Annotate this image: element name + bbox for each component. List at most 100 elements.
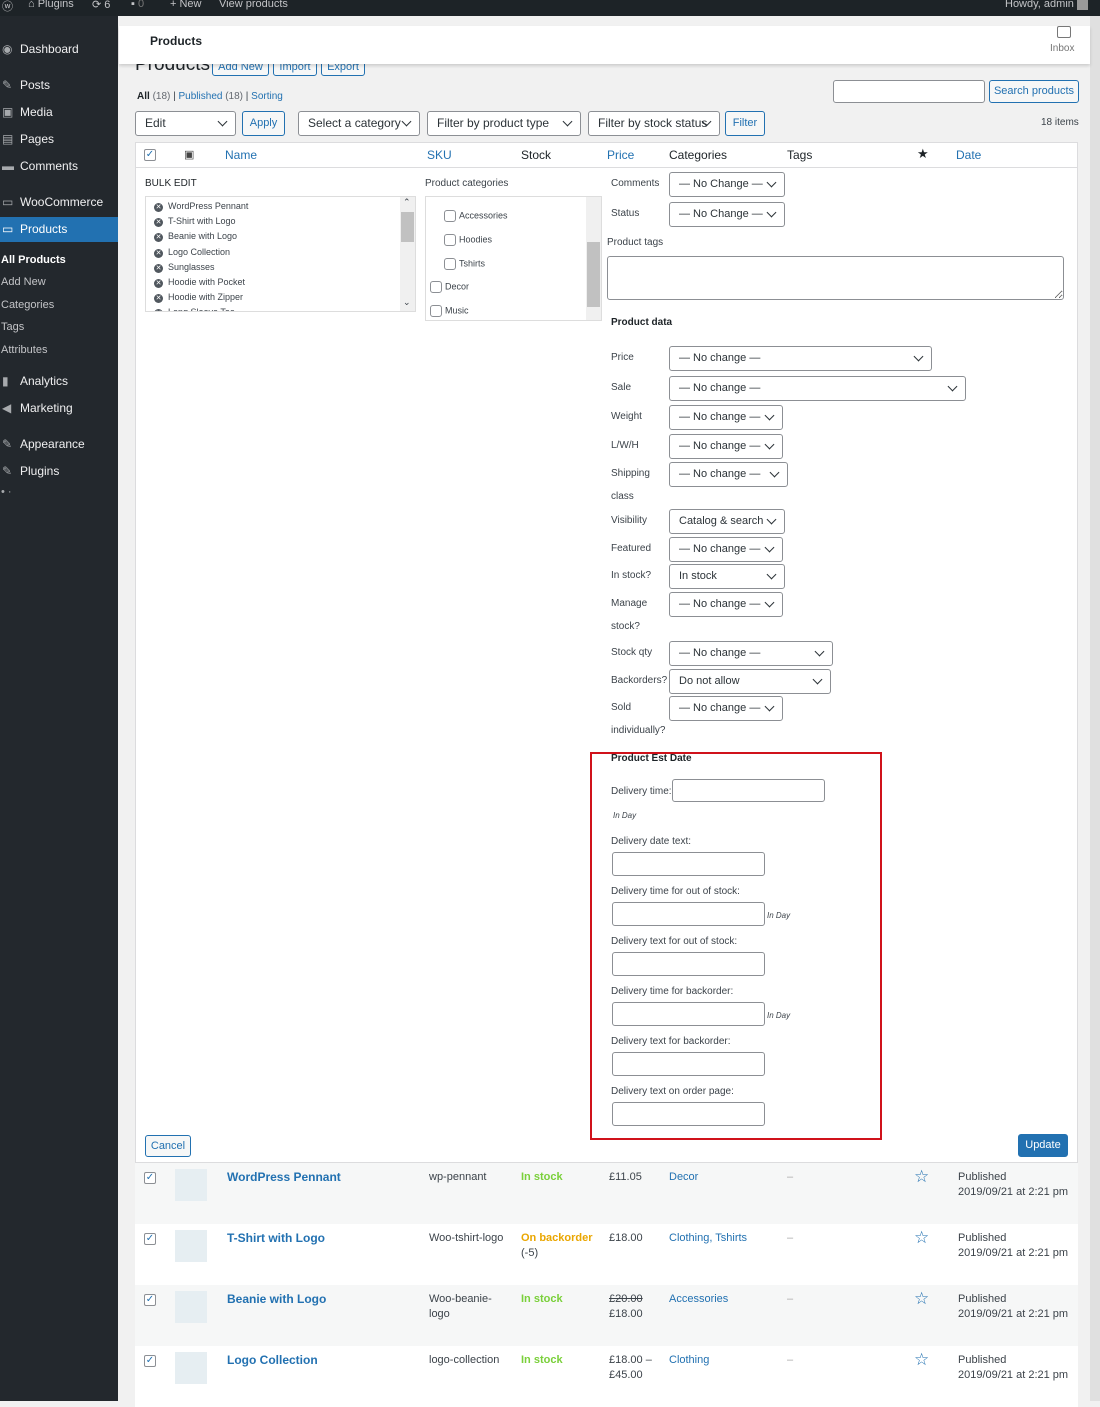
column-price[interactable]: Price [607,148,634,163]
filter-button[interactable]: Filter [725,111,765,136]
product-name-link[interactable]: Beanie with Logo [227,1292,326,1307]
product-name-link[interactable]: WordPress Pennant [227,1170,341,1185]
wordpress-logo-icon[interactable]: ⓦ [2,0,13,14]
view-sorting[interactable]: Sorting [251,91,283,102]
field-select[interactable]: — No change — [669,405,783,430]
oos-text-input[interactable] [612,952,765,976]
comments-link[interactable]: ▪ 0 [131,0,144,10]
row-checkbox[interactable]: ✓ [144,1233,156,1245]
oos-time-input[interactable] [612,902,765,926]
featured-column-star-icon[interactable]: ★ [917,146,929,162]
updates-link[interactable]: ⟳ 6 [92,0,110,11]
bulk-edit-product-list[interactable]: ✕ WordPress Pennant ✕ T-Shirt with Logo ✕ Bea… [145,196,416,312]
product-type-filter[interactable]: Filter by product type [427,111,581,136]
product-categories[interactable]: Accessories [669,1292,728,1307]
submenu-attributes[interactable]: Attributes [1,344,47,356]
column-sku[interactable]: SKU [427,148,452,163]
submenu-all-products[interactable]: All Products [1,254,66,266]
inbox-icon[interactable] [1057,26,1071,38]
category-option[interactable]: Decor [430,281,469,293]
row-checkbox[interactable]: ✓ [144,1355,156,1367]
field-select[interactable]: In stock [669,564,785,589]
sidebar-item-comments[interactable]: ▬ Comments [0,154,118,179]
sidebar-item-pages[interactable]: ▤ Pages [0,127,118,152]
comments-select[interactable]: — No Change — [669,172,785,197]
category-checkbox[interactable] [444,210,456,222]
remove-item-icon[interactable]: ✕ [154,263,163,273]
field-select[interactable]: — No change — [669,537,783,562]
sidebar-item-posts[interactable]: ✎ Posts [0,73,118,98]
remove-item-icon[interactable]: ✕ [154,279,163,288]
update-button[interactable]: Update [1018,1134,1068,1157]
product-name-link[interactable]: T-Shirt with Logo [227,1231,325,1246]
field-select[interactable]: — No change — [669,696,783,721]
order-page-text-input[interactable] [612,1102,765,1126]
cancel-button[interactable]: Cancel [145,1135,191,1157]
field-select[interactable]: — No change — [669,346,932,371]
view-all[interactable]: All [137,91,150,102]
submenu-tags[interactable]: Tags [1,321,24,333]
sidebar-item-plugins[interactable]: ✎ Plugins [0,459,118,484]
product-thumbnail[interactable] [175,1291,207,1323]
bulk-action-select[interactable]: Edit [135,111,236,136]
list-scrollbar[interactable]: ⌃ ⌄ [400,197,415,311]
view-products-link[interactable]: View products [219,0,288,10]
sidebar-more[interactable]: • · [1,486,12,498]
page-scrollbar[interactable] [1090,16,1100,1401]
sidebar-item-media[interactable]: ▣ Media [0,100,118,125]
category-option[interactable]: Tshirts [444,258,485,270]
delivery-date-text-input[interactable] [612,852,765,876]
product-name-link[interactable]: Logo Collection [227,1353,318,1368]
remove-item-icon[interactable]: ✕ [154,309,163,311]
product-thumbnail[interactable] [175,1169,207,1201]
remove-item-icon[interactable]: ✕ [154,233,163,243]
search-input[interactable] [833,80,985,103]
backorder-text-input[interactable] [612,1052,765,1076]
sidebar-item-dashboard[interactable]: ◉ Dashboard [0,37,118,62]
category-filter[interactable]: Select a category [298,111,420,136]
category-checkbox[interactable] [430,281,442,293]
sidebar-item-appearance[interactable]: ✎ Appearance [0,432,118,457]
backorder-time-input[interactable] [612,1002,765,1026]
sidebar-item-products[interactable]: ▭ Products [0,217,118,242]
view-published[interactable]: Published [179,91,223,102]
featured-star-icon[interactable]: ☆ [914,1350,929,1370]
select-all-checkbox[interactable]: ✓ [144,149,156,161]
remove-item-icon[interactable]: ✕ [154,203,163,212]
status-select[interactable]: — No Change — [669,202,785,227]
category-option[interactable]: Music [430,305,469,317]
field-select[interactable]: — No change — [669,641,833,666]
featured-star-icon[interactable]: ☆ [914,1289,929,1309]
sidebar-item-analytics[interactable]: ▮ Analytics [0,369,118,394]
category-checkbox[interactable] [444,258,456,270]
sidebar-item-marketing[interactable]: ◀ Marketing [0,396,118,421]
category-checkbox[interactable] [444,234,456,246]
product-categories[interactable]: Clothing [669,1353,709,1368]
new-content-link[interactable]: + New [170,0,202,10]
field-select[interactable]: — No change — [669,462,788,487]
submenu-categories[interactable]: Categories [1,299,54,311]
column-date[interactable]: Date [956,148,981,163]
product-categories-list[interactable]: Accessories Hoodies Tshirts Decor Music [425,196,602,321]
stock-status-filter[interactable]: Filter by stock status [588,111,720,136]
category-checkbox[interactable] [430,305,442,317]
account-link[interactable]: Howdy, admin [1005,0,1088,10]
category-option[interactable]: Hoodies [444,234,492,246]
categories-scrollbar[interactable] [586,197,601,320]
field-select[interactable]: — No change — [669,434,783,459]
field-select[interactable]: Do not allow [669,669,831,694]
remove-item-icon[interactable]: ✕ [154,218,163,228]
inbox-button[interactable]: Inbox [1050,43,1074,54]
apply-button[interactable]: Apply [242,111,285,136]
field-select[interactable]: Catalog & search [669,509,785,534]
product-categories[interactable]: Clothing, Tshirts [669,1231,747,1246]
featured-star-icon[interactable]: ☆ [914,1228,929,1248]
submenu-add-new[interactable]: Add New [1,276,46,288]
row-checkbox[interactable]: ✓ [144,1172,156,1184]
field-select[interactable]: — No change — [669,376,966,401]
search-products-button[interactable]: Search products [989,80,1079,103]
column-name[interactable]: Name [225,148,257,163]
site-name-link[interactable]: ⌂ Plugins [28,0,74,10]
product-tags-textarea[interactable] [607,256,1064,300]
remove-item-icon[interactable]: ✕ [154,294,163,304]
